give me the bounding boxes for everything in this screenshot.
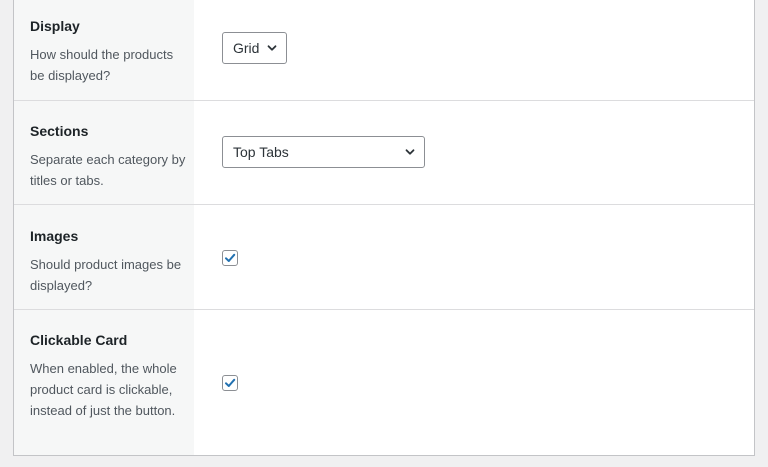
sections-title: Sections xyxy=(30,123,89,139)
display-select[interactable]: Grid xyxy=(222,32,287,64)
checkmark-icon xyxy=(225,253,236,262)
images-title: Images xyxy=(30,228,79,244)
images-description: Should product images be displayed? xyxy=(30,257,182,293)
display-select-value: Grid xyxy=(233,40,260,56)
clickable-card-title: Clickable Card xyxy=(30,332,128,348)
display-title: Display xyxy=(30,18,80,34)
setting-label-cell: Clickable Card When enabled, the whole p… xyxy=(14,310,194,455)
checkmark-icon xyxy=(225,378,236,387)
sections-description: Separate each category by titles or tabs… xyxy=(30,152,186,188)
settings-panel: Display How should the products be displ… xyxy=(13,0,755,456)
setting-field-cell xyxy=(194,310,754,455)
setting-label-cell: Sections Separate each category by title… xyxy=(14,101,194,204)
clickable-card-checkbox[interactable] xyxy=(222,375,238,391)
setting-field-cell: Grid xyxy=(194,0,754,100)
setting-row-images: Images Should product images be displaye… xyxy=(14,205,754,310)
setting-row-display: Display How should the products be displ… xyxy=(14,0,754,101)
sections-select-value: Top Tabs xyxy=(233,144,289,160)
chevron-down-icon xyxy=(405,149,415,155)
setting-row-sections: Sections Separate each category by title… xyxy=(14,101,754,205)
display-description: How should the products be displayed? xyxy=(30,47,174,83)
chevron-down-icon xyxy=(267,45,277,51)
setting-row-clickable-card: Clickable Card When enabled, the whole p… xyxy=(14,310,754,455)
setting-field-cell xyxy=(194,205,754,309)
sections-select[interactable]: Top Tabs xyxy=(222,136,425,168)
setting-field-cell: Top Tabs xyxy=(194,101,754,204)
setting-label-cell: Images Should product images be displaye… xyxy=(14,205,194,309)
images-checkbox[interactable] xyxy=(222,250,238,266)
setting-label-cell: Display How should the products be displ… xyxy=(14,0,194,100)
clickable-card-description: When enabled, the whole product card is … xyxy=(30,361,177,418)
